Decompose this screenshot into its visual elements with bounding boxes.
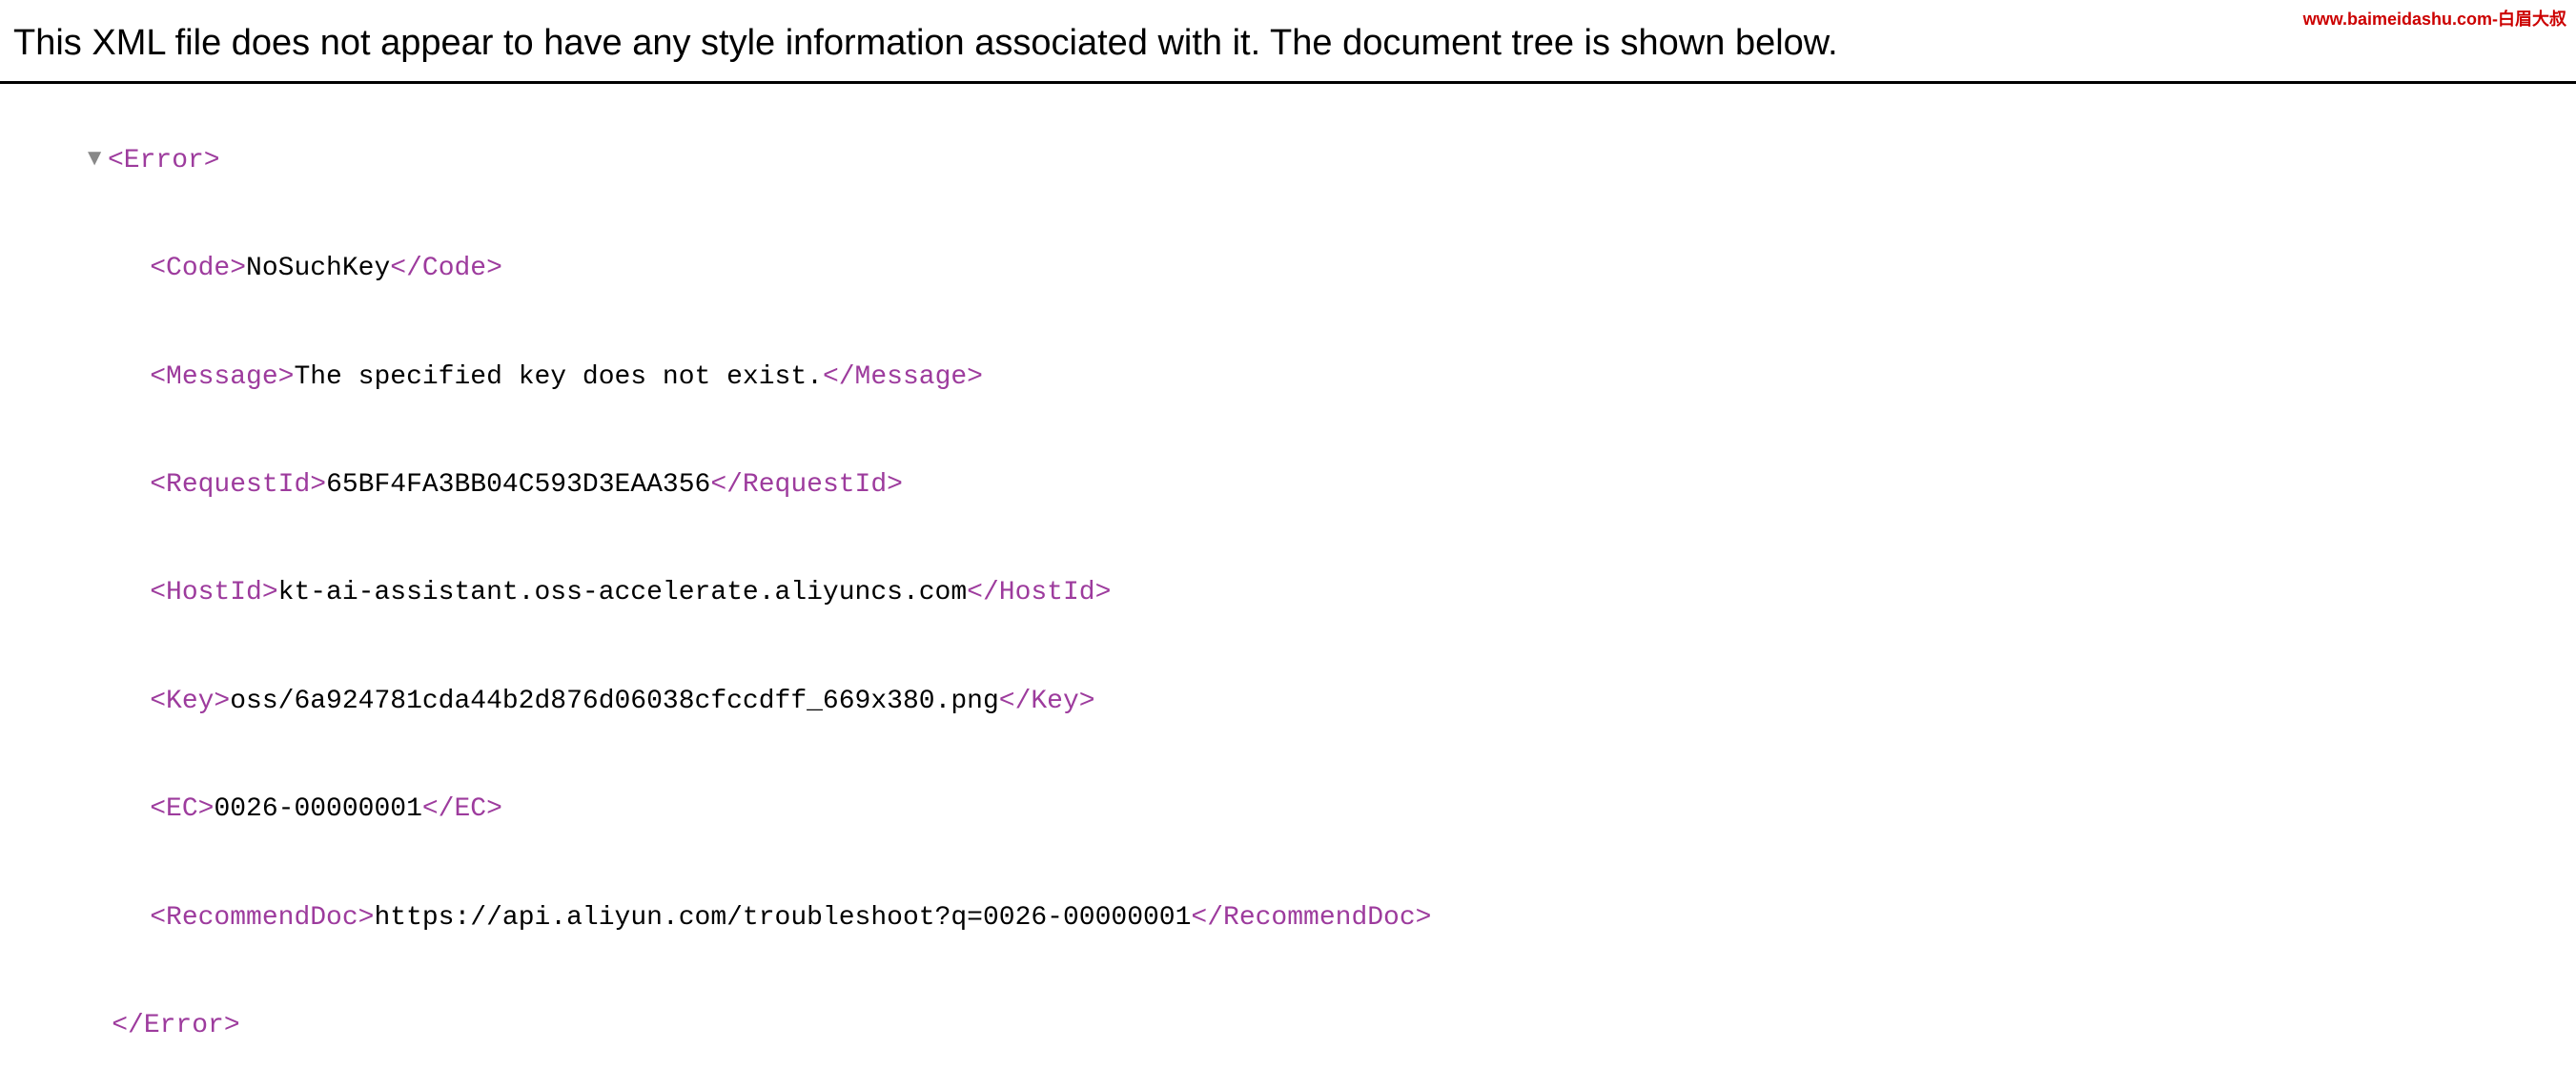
error-tag-open: <Error> <box>108 146 220 175</box>
key-tag-open: <Key> <box>150 687 230 716</box>
recommenddoc-tag-close: </RecommendDoc> <box>1191 903 1431 933</box>
requestid-value: 65BF4FA3BB04C593D3EAA356 <box>326 470 710 500</box>
message-tag-close: </Message> <box>823 362 983 392</box>
requestid-tag-close: </RequestId> <box>710 470 903 500</box>
xml-element-requestid: <RequestId>65BF4FA3BB04C593D3EAA356</Req… <box>10 431 2566 539</box>
xml-element-recommenddoc: <RecommendDoc>https://api.aliyun.com/tro… <box>10 864 2566 972</box>
ec-tag-open: <EC> <box>150 794 214 824</box>
code-tag-close: </Code> <box>390 254 502 283</box>
code-value: NoSuchKey <box>246 254 390 283</box>
error-tag-close: </Error> <box>112 1011 239 1040</box>
ec-tag-close: </EC> <box>422 794 502 824</box>
xml-tree-view: ▼<Error> <Code>NoSuchKey</Code> <Message… <box>0 84 2576 1090</box>
hostid-tag-open: <HostId> <box>150 578 277 607</box>
collapse-toggle-icon[interactable]: ▼ <box>83 143 106 174</box>
ec-value: 0026-00000001 <box>214 794 421 824</box>
hostid-tag-close: </HostId> <box>967 578 1111 607</box>
message-tag-open: <Message> <box>150 362 294 392</box>
code-tag-open: <Code> <box>150 254 246 283</box>
xml-element-hostid: <HostId>kt-ai-assistant.oss-accelerate.a… <box>10 540 2566 648</box>
key-value: oss/6a924781cda44b2d876d06038cfccdff_669… <box>230 687 999 716</box>
recommenddoc-tag-open: <RecommendDoc> <box>150 903 374 933</box>
message-value: The specified key does not exist. <box>294 362 823 392</box>
xml-element-message: <Message>The specified key does not exis… <box>10 323 2566 431</box>
xml-element-key: <Key>oss/6a924781cda44b2d876d06038cfccdf… <box>10 648 2566 755</box>
requestid-tag-open: <RequestId> <box>150 470 326 500</box>
xml-element-ec: <EC>0026-00000001</EC> <box>10 755 2566 863</box>
key-tag-close: </Key> <box>999 687 1095 716</box>
xml-style-notice: This XML file does not appear to have an… <box>0 6 2576 84</box>
recommenddoc-value: https://api.aliyun.com/troubleshoot?q=00… <box>374 903 1191 933</box>
watermark-text: www.baimeidashu.com-白眉大叔 <box>2303 6 2566 31</box>
xml-root-open[interactable]: ▼<Error> <box>10 107 2566 215</box>
xml-root-close: </Error> <box>10 972 2566 1080</box>
hostid-value: kt-ai-assistant.oss-accelerate.aliyuncs.… <box>278 578 968 607</box>
xml-element-code: <Code>NoSuchKey</Code> <box>10 215 2566 322</box>
